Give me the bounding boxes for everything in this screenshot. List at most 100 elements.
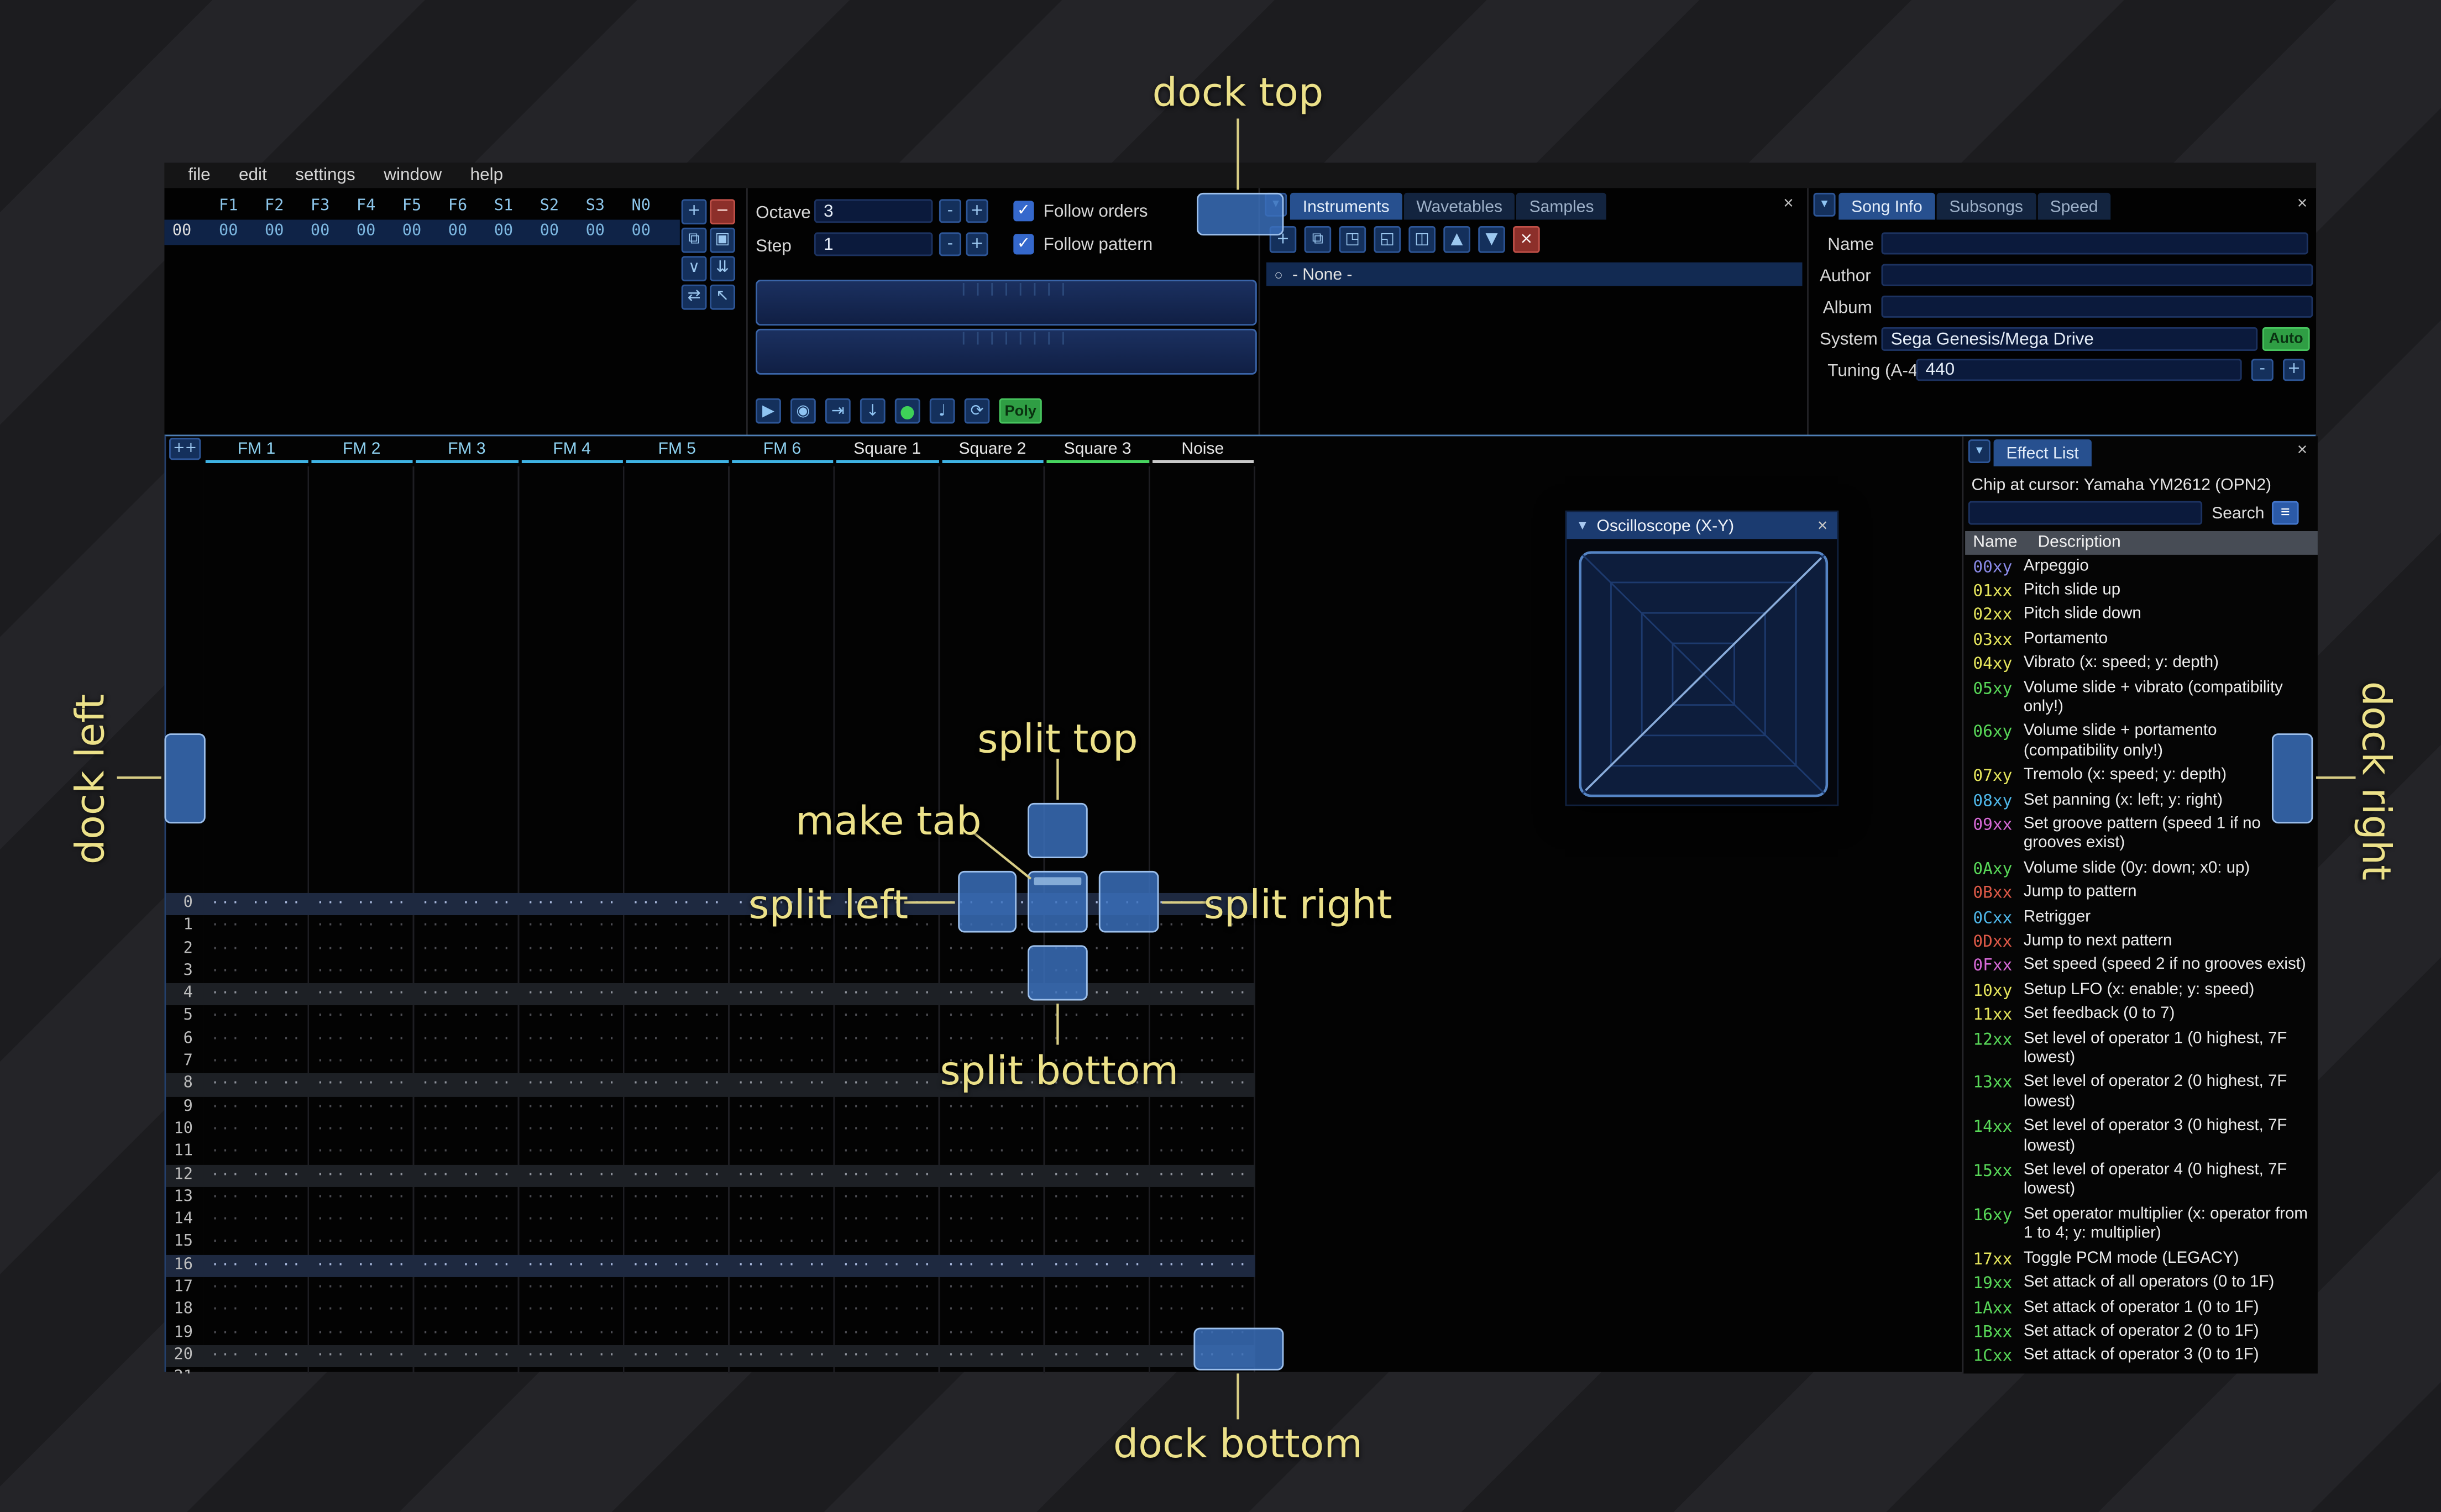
dock-target-make-tab[interactable] [1028, 870, 1088, 933]
channel-header[interactable]: Square 3 [1045, 438, 1150, 464]
instrument-list-item[interactable]: ○ - None - [1266, 262, 1803, 286]
effect-list-entry[interactable]: 00xy Arpeggio [1965, 555, 2318, 579]
channel-header[interactable]: FM 5 [625, 438, 730, 464]
octave-decrease-button[interactable]: - [939, 199, 961, 223]
effect-list-entry[interactable]: 17xx Toggle PCM mode (LEGACY) [1965, 1247, 2318, 1272]
effect-list-entry[interactable]: 01xx Pitch slide up [1965, 579, 2318, 603]
effect-list-entry[interactable]: 16xy Set operator multiplier (x: operato… [1965, 1204, 2318, 1248]
effect-list-entry[interactable]: 09xx Set groove pattern (speed 1 if no g… [1965, 813, 2318, 857]
dock-target-bottom[interactable] [1193, 1327, 1284, 1371]
instruments-tab[interactable]: Wavetables [1403, 192, 1515, 220]
close-icon[interactable]: × [2297, 195, 2307, 213]
orders-cell[interactable]: 00 [526, 223, 572, 240]
orders-cell[interactable]: 00 [435, 223, 481, 240]
effect-list-entry[interactable]: 19xx Set attack of all operators (0 to 1… [1965, 1272, 2318, 1296]
effect-list-entry[interactable]: 08xy Set panning (x: left; y: right) [1965, 789, 2318, 813]
menu-item[interactable]: settings [281, 164, 370, 186]
dock-target-split-bottom[interactable] [1028, 945, 1088, 1001]
order-edit-mode-button[interactable]: ↖ [710, 284, 735, 310]
play-button[interactable]: ▶ [756, 398, 781, 424]
orders-cell[interactable]: 00 [389, 223, 435, 240]
instruments-tab[interactable]: Instruments [1290, 192, 1402, 220]
orders-cell[interactable]: 00 [480, 223, 526, 240]
effect-list-tab[interactable]: Effect List [1993, 439, 2092, 466]
pattern-row[interactable]: 13 ··· ·· ·· ··· ·· · · · ·· ·· · · ·· · · · ·… [166, 1187, 1255, 1210]
pattern-row[interactable]: 20 ··· ·· ·· ··· ·· · · · ·· ·· · · ·· · · · ·… [166, 1345, 1255, 1368]
oscilloscope-window[interactable]: ▼ Oscilloscope (X-Y) × [1565, 510, 1839, 806]
tab-list-dropdown-icon[interactable]: ▼ [1813, 192, 1836, 217]
pattern-row[interactable]: 15 ··· ·· ·· ··· ·· · · · ·· ·· · · ·· · · · ·… [166, 1232, 1255, 1254]
effect-list-entry[interactable]: 14xx Set level of operator 3 (0 highest,… [1965, 1116, 2318, 1160]
follow-pattern-checkbox[interactable]: ✓ [1013, 234, 1034, 255]
menu-item[interactable]: help [456, 164, 517, 186]
instrument-delete-icon[interactable]: × [1513, 225, 1540, 253]
step-decrease-button[interactable]: - [939, 232, 961, 256]
octave-input[interactable] [814, 199, 933, 223]
pattern-row[interactable]: 19 ··· ·· ·· ··· ·· · · · ·· ·· · · ·· · · · ·… [166, 1322, 1255, 1345]
effect-list-entry[interactable]: 04xy Vibrato (x: speed; y: depth) [1965, 652, 2318, 676]
channel-header[interactable]: FM 1 [204, 438, 309, 464]
orders-cell[interactable]: 00 [618, 223, 664, 240]
play-from-cursor-button[interactable]: ◉ [790, 398, 816, 424]
tuning-increase-button[interactable]: + [2282, 359, 2306, 381]
pattern-row[interactable]: 0 ··· ·· ·· ··· ·· · · · ·· ·· · · ·· · · · · … [166, 893, 1255, 916]
orders-row-values[interactable]: 00 00 00 00 00 00 00 00 00 00 [206, 223, 664, 240]
pattern-body[interactable]: 0 ··· ·· ·· ··· ·· · · · ·· ·· · · ·· · · · · … [166, 466, 1255, 1374]
order-duplicate-button[interactable]: ⧉ [681, 227, 707, 253]
name-input[interactable] [1881, 232, 2308, 255]
menu-item[interactable]: window [370, 164, 456, 186]
octave-increase-button[interactable]: + [966, 199, 988, 223]
dock-target-split-right[interactable] [1098, 870, 1159, 933]
instrument-move-up-icon[interactable]: ▲ [1443, 225, 1470, 253]
song-info-tab[interactable]: Speed [2037, 192, 2111, 220]
channel-header[interactable]: FM 2 [309, 438, 414, 464]
channel-header[interactable]: FM 3 [414, 438, 519, 464]
pattern-row[interactable]: 16 ··· ·· ·· ··· ·· · · · ·· ·· · · ·· · · · ·… [166, 1254, 1255, 1278]
effect-list-entry[interactable]: 11xx Set feedback (0 to 7) [1965, 1003, 2318, 1027]
close-icon[interactable]: × [1817, 516, 1827, 535]
oscilloscope-titlebar[interactable]: ▼ Oscilloscope (X-Y) × [1567, 512, 1837, 539]
menu-item[interactable]: file [174, 164, 225, 186]
orders-cell[interactable]: 00 [206, 223, 252, 240]
pattern-row[interactable]: 3 ··· ·· ·· ··· ·· · · · ·· ·· · · ·· · · · · … [166, 961, 1255, 984]
effect-list-entry[interactable]: 0Axy Volume slide (0y: down; x0: up) [1965, 857, 2318, 881]
dock-target-split-top[interactable] [1028, 802, 1088, 859]
tab-list-dropdown-icon[interactable]: ▼ [1968, 439, 1990, 464]
close-icon[interactable]: × [2297, 441, 2307, 460]
effect-list-entry[interactable]: 10xy Setup LFO (x: enable; y: speed) [1965, 979, 2318, 1003]
dock-target-left[interactable] [164, 733, 206, 824]
effect-list-entry[interactable]: 06xy Volume slide + portamento (compatib… [1965, 721, 2318, 765]
auto-detect-button[interactable]: Auto [2262, 327, 2310, 351]
orders-cell[interactable]: 00 [343, 223, 389, 240]
pattern-row[interactable]: 9 ··· ·· ·· ··· ·· · · · ·· ·· · · ·· · · · · … [166, 1096, 1255, 1119]
pattern-row[interactable]: 11 ··· ·· ·· ··· ·· · · · ·· ·· · · ·· · · · ·… [166, 1142, 1255, 1164]
effect-list-entry[interactable]: 0Cxx Retrigger [1965, 906, 2318, 930]
pattern-row[interactable]: 17 ··· ·· ·· ··· ·· · · · ·· ·· · · ·· · · · ·… [166, 1277, 1255, 1300]
piano-upper-octave[interactable] [756, 280, 1257, 326]
effect-list-entry[interactable]: 15xx Set level of operator 4 (0 highest,… [1965, 1159, 2318, 1204]
dock-target-top[interactable] [1197, 192, 1284, 236]
close-icon[interactable]: × [1783, 195, 1793, 213]
effect-list-entry[interactable]: 03xx Portamento [1965, 628, 2318, 652]
repeat-pattern-button[interactable]: ⟳ [964, 398, 990, 424]
step-input[interactable] [814, 232, 933, 256]
poly-toggle-button[interactable]: Poly [999, 398, 1042, 424]
channel-header[interactable]: FM 6 [730, 438, 835, 464]
pattern-options-button[interactable]: ++ [169, 438, 201, 460]
channel-header[interactable]: Noise [1150, 438, 1255, 464]
album-input[interactable] [1881, 295, 2313, 318]
effect-list-entry[interactable]: 0Bxx Jump to pattern [1965, 881, 2318, 906]
record-button[interactable]: ● [894, 398, 920, 424]
effect-list-entry[interactable]: 13xx Set level of operator 2 (0 highest,… [1965, 1072, 2318, 1116]
order-change-mode-button[interactable]: ⇄ [681, 284, 707, 310]
instrument-save-icon[interactable]: ◱ [1374, 225, 1401, 253]
pattern-row[interactable]: 1 ··· ·· ·· ··· ·· · · · ·· ·· · · ·· · · · · … [166, 916, 1255, 938]
instruments-tab[interactable]: Samples [1516, 192, 1607, 220]
effect-list-entry[interactable]: 02xx Pitch slide down [1965, 603, 2318, 628]
system-input[interactable] [1881, 327, 2258, 351]
effect-search-input[interactable] [1968, 501, 2203, 525]
pattern-row[interactable]: 5 ··· ·· ·· ··· ·· · · · ·· ·· · · ·· · · · · … [166, 1006, 1255, 1028]
effect-list-entry[interactable]: 07xy Tremolo (x: speed; y: depth) [1965, 764, 2318, 789]
order-move-bottom-button[interactable]: ⇊ [710, 256, 735, 282]
tuning-decrease-button[interactable]: - [2251, 359, 2274, 381]
